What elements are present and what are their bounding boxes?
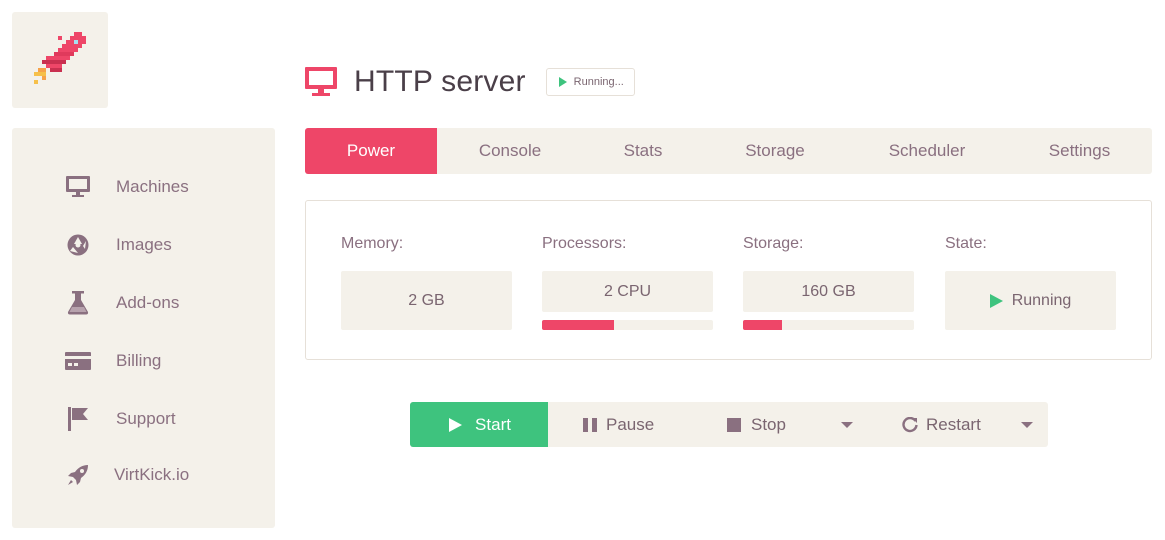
sidebar-item-label: Add-ons: [116, 293, 180, 312]
sidebar-item-label: Machines: [116, 177, 189, 196]
state-value-label: Running: [1011, 291, 1072, 309]
status-badge-label: Running...: [573, 76, 624, 88]
play-icon: [989, 293, 1003, 308]
credit-card-icon: [64, 349, 92, 373]
restart-button[interactable]: Restart: [902, 402, 981, 447]
tab-storage[interactable]: Storage: [703, 128, 847, 174]
stop-button-label: Stop: [751, 414, 786, 434]
play-icon: [449, 417, 463, 432]
monitor-icon: [64, 175, 92, 199]
start-button[interactable]: Start: [410, 402, 548, 447]
machine-info-panel: Memory: 2 GB Processors: 2 CPU Storage: …: [305, 200, 1152, 360]
storage-label: Storage:: [743, 235, 804, 252]
flag-icon: [64, 407, 92, 431]
tab-console[interactable]: Console: [437, 128, 583, 174]
tab-stats[interactable]: Stats: [583, 128, 703, 174]
processors-usage-fill: [542, 320, 614, 330]
storage-value: 160 GB: [743, 271, 914, 312]
processors-label: Processors:: [542, 235, 627, 252]
page-title: HTTP server: [354, 65, 526, 98]
chevron-down-icon: [1021, 421, 1033, 428]
start-button-label: Start: [475, 414, 511, 434]
pause-icon: [583, 417, 597, 432]
sidebar-item-label: Billing: [116, 351, 162, 370]
tab-settings[interactable]: Settings: [1007, 128, 1152, 174]
rocket-icon: [64, 463, 92, 487]
state-value: Running: [945, 271, 1116, 330]
pause-button[interactable]: Pause: [582, 402, 654, 447]
chevron-down-icon: [841, 421, 853, 428]
processors-value: 2 CPU: [542, 271, 713, 312]
sidebar-item-add-ons[interactable]: Add-ons: [12, 283, 275, 323]
restart-options-dropdown[interactable]: [1017, 402, 1037, 447]
sidebar-item-label: Images: [116, 235, 172, 254]
refresh-icon: [902, 416, 918, 432]
sidebar-item-label: VirtKick.io: [114, 465, 190, 484]
sidebar-item-machines[interactable]: Machines: [12, 167, 275, 207]
sidebar-item-images[interactable]: Images: [12, 225, 275, 265]
state-label: State:: [945, 235, 987, 252]
pause-button-label: Pause: [606, 414, 655, 434]
aperture-icon: [64, 233, 92, 257]
processors-usage-bar: [542, 320, 713, 330]
sidebar-item-virtkick[interactable]: VirtKick.io: [12, 455, 275, 495]
tab-scheduler[interactable]: Scheduler: [847, 128, 1007, 174]
stop-icon: [727, 417, 741, 432]
storage-usage-fill: [743, 320, 783, 330]
storage-usage-bar: [743, 320, 914, 330]
stop-button[interactable]: Stop: [726, 402, 786, 447]
logo[interactable]: [12, 12, 108, 108]
sidebar-item-label: Support: [116, 409, 176, 428]
tab-power[interactable]: Power: [305, 128, 437, 174]
status-badge: Running...: [545, 68, 635, 96]
sidebar-item-support[interactable]: Support: [12, 399, 275, 439]
sidebar-item-billing[interactable]: Billing: [12, 341, 275, 381]
flask-icon: [64, 291, 92, 315]
rocket-logo-icon: [34, 32, 86, 84]
power-actions: Start Pause Stop Restart: [410, 402, 1048, 447]
memory-label: Memory:: [341, 235, 404, 252]
restart-button-label: Restart: [926, 414, 981, 434]
tab-bar: Power Console Stats Storage Scheduler Se…: [305, 128, 1152, 174]
play-icon: [558, 77, 567, 87]
sidebar: Machines Images Add-ons Billing Support …: [12, 128, 275, 528]
stop-options-dropdown[interactable]: [837, 402, 857, 447]
monitor-icon: [305, 67, 337, 96]
page-header: HTTP server Running...: [304, 60, 635, 104]
memory-value: 2 GB: [341, 271, 512, 330]
